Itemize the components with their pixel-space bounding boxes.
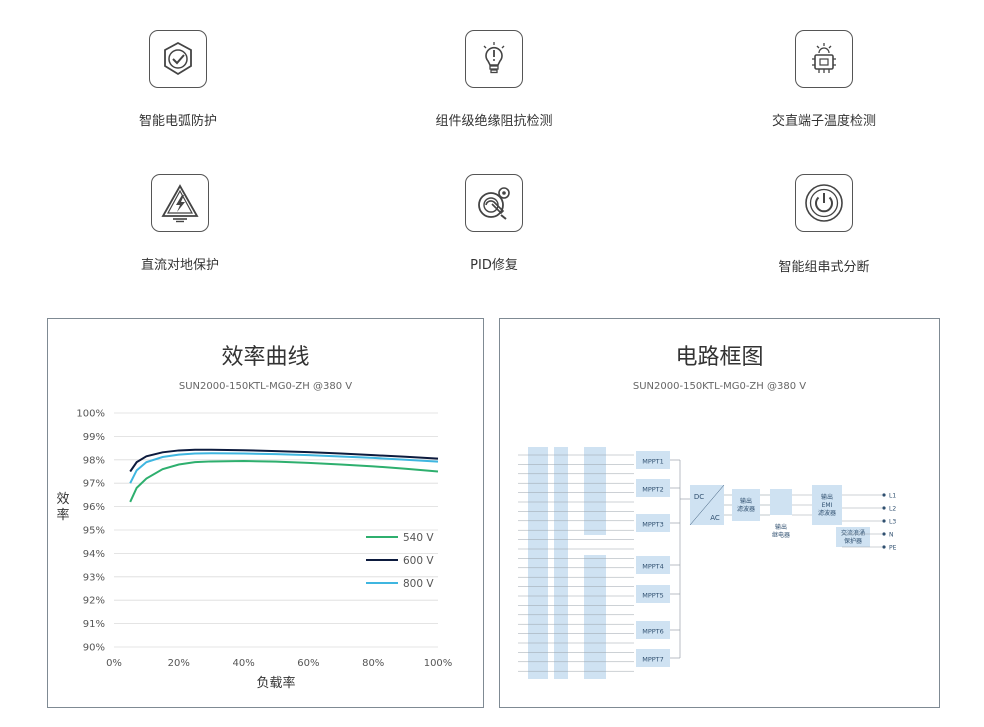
output-filter-label: 输出 [740,497,752,505]
ac-label: AC [710,514,720,522]
output-label: L2 [889,506,896,513]
feature-label: 直流对地保护 [140,258,219,273]
circuit-panel: 电路框图 SUN2000-150KTL-MG0-ZH @380 V MPPT1 M… [499,318,940,708]
panel-subtitle: SUN2000-150KTL-MG0-ZH @380 V [632,381,807,392]
x-axis-label: 负载率 [256,675,295,691]
output-filter-label: 滤波器 [737,505,755,513]
feature-pid-repair: PID修复 [384,174,604,273]
x-tick-label: 100% [424,658,453,669]
mppt-label: MPPT4 [642,563,664,571]
x-tick-label: 20% [168,658,190,669]
x-tick-label: 80% [362,658,384,669]
mppt-label: MPPT1 [642,458,664,466]
input-block [584,447,606,535]
input-block [528,447,548,679]
y-tick-label: 93% [83,572,105,583]
mppt-label: MPPT6 [642,628,664,636]
x-tick-label: 0% [106,658,122,669]
power-button-icon [795,174,853,232]
legend-label: 600 V [403,555,434,567]
y-tick-label: 92% [83,596,105,607]
series-line [129,459,439,503]
y-tick-label: 99% [83,432,105,443]
output-relay-label: 继电器 [772,531,790,539]
y-tick-label: 90% [83,643,105,654]
efficiency-chart: 90% 91% 92% 93% 94% 95% 96% 97% 98% 99% 100% 0% 20% 4… [56,409,453,692]
output-terminal [882,545,886,549]
lightbulb-alert-icon [465,30,523,88]
output-terminal [882,493,886,497]
output-label: L3 [889,519,896,526]
y-tick-label: 98% [83,455,105,466]
surge-protector-label: 保护器 [844,537,862,545]
circuit-diagram: MPPT1 MPPT2 MPPT3 MPPT4 MPPT5 MPPT6 MPPT7 DC AC 输… [518,447,897,679]
mppt-label: MPPT2 [642,486,664,494]
mppt-label: MPPT3 [642,521,664,529]
feature-string-disconnect: 智能组串式分断 [714,174,934,275]
dc-label: DC [694,493,704,501]
high-voltage-warning-icon [151,174,209,232]
y-tick-label: 100% [76,409,105,420]
output-filter-block [732,489,760,521]
surge-protector-label: 交流浪涌 [841,529,865,537]
emi-filter-label: EMI [822,502,833,509]
x-tick-label: 60% [297,658,319,669]
feature-dc-ground-protection: 直流对地保护 [70,174,290,273]
feature-label: 智能电弧防护 [138,114,217,129]
shield-check-icon [149,30,207,88]
emi-filter-label: 输出 [821,493,833,501]
legend-label: 540 V [403,532,434,544]
feature-insulation-detection: 组件级绝缘阻抗检测 [384,30,604,129]
y-tick-label: 95% [83,526,105,537]
output-relay-label: 输出 [775,523,787,531]
emi-filter-label: 滤波器 [818,509,836,517]
input-block [584,555,606,679]
output-label: N [889,532,894,539]
mppt-label: MPPT7 [642,656,664,664]
output-terminal [882,506,886,510]
y-tick-label: 94% [83,549,105,560]
y-tick-label: 96% [83,502,105,513]
repair-gear-icon [465,174,523,232]
feature-label: 组件级绝缘阻抗检测 [435,114,553,129]
legend-label: 800 V [403,578,434,590]
efficiency-panel: 效率曲线 SUN2000-150KTL-MG0-ZH @380 V 90% 91%… [47,318,484,708]
output-terminal [882,532,886,536]
output-terminal [882,519,886,523]
output-relay-block [770,489,792,515]
output-label: PE [889,545,897,552]
chip-temperature-icon [795,30,853,88]
x-tick-label: 40% [232,658,254,669]
feature-arc-protection: 智能电弧防护 [68,30,288,129]
panel-title: 电路框图 [675,345,764,370]
mppt-label: MPPT5 [642,592,664,600]
feature-label: PID修复 [470,258,518,273]
input-block [554,447,568,679]
y-axis-label: 率 [56,507,69,523]
feature-terminal-temperature: 交直端子温度检测 [714,30,934,129]
y-tick-label: 91% [83,619,105,630]
feature-label: 智能组串式分断 [778,260,870,275]
y-tick-label: 97% [83,479,105,490]
y-axis-label: 效 [56,492,69,507]
panel-title: 效率曲线 [221,345,310,370]
output-label: L1 [889,493,896,500]
panel-subtitle: SUN2000-150KTL-MG0-ZH @380 V [178,381,353,392]
feature-label: 交直端子温度检测 [771,114,876,129]
